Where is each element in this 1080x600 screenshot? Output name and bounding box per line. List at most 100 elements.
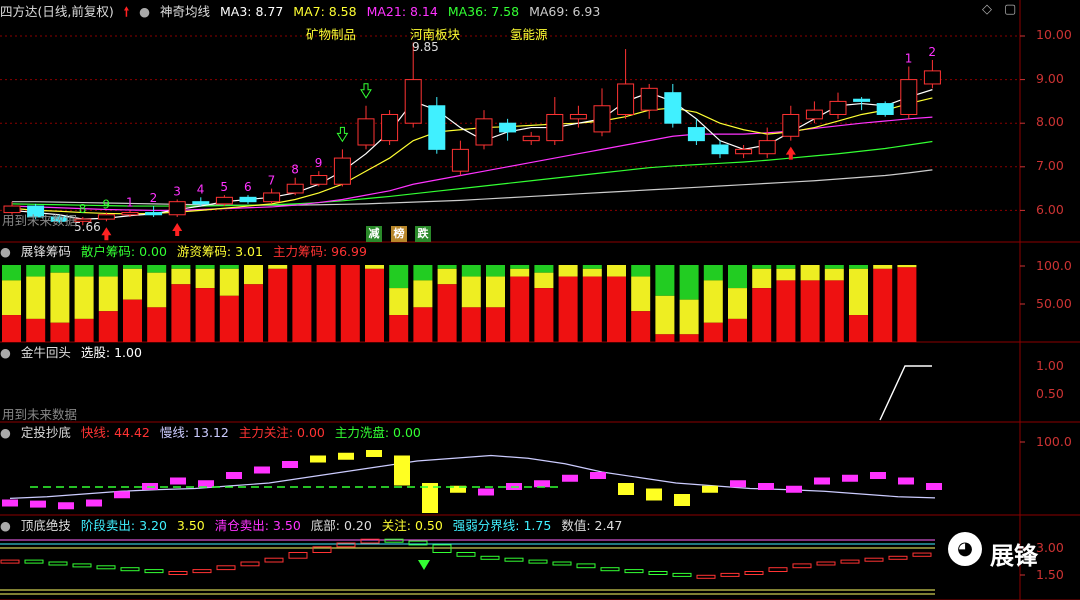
dingdi-bar — [72, 563, 92, 568]
stage-sell: 阶段卖出: 3.20 — [80, 518, 167, 533]
ma21-value: MA21: 8.14 — [366, 4, 438, 19]
chip-axis-label: 50.00 — [1036, 296, 1072, 311]
square-icon[interactable]: ▢ — [1004, 2, 1016, 17]
chip-bar-main — [413, 307, 433, 342]
stock-terminal: 8 9 1 2 3 4 5 6 7 8 9 1 2 四方达(日线,前复权) 🠕 ● 神奇均线 MA3: … — [0, 0, 1080, 600]
price-axis-label: 7.00 — [1036, 158, 1064, 173]
pick-value: 选股: 1.00 — [80, 345, 142, 360]
fast-line-bar — [282, 461, 298, 468]
fast-line-bar — [646, 488, 662, 501]
dingdi-bar — [192, 569, 212, 574]
indicator-name[interactable]: 顶底绝技 — [21, 518, 71, 533]
chip-bar-hotmoney — [171, 268, 191, 285]
ma3-value: MA3: 8.77 — [219, 4, 284, 19]
price-axis-label: 8.00 — [1036, 114, 1064, 129]
dropdown-icon[interactable]: ● — [139, 4, 150, 19]
sell-arrow-icon — [336, 126, 349, 143]
down-arrow-icon — [418, 560, 430, 570]
jinniu-axis-label: 0.50 — [1036, 386, 1064, 401]
candle-body — [829, 100, 847, 115]
sector-tag[interactable]: 氢能源 — [510, 24, 548, 43]
signal-box: 减 — [366, 226, 382, 242]
chip-bar-retail — [2, 265, 21, 281]
watermark: 展锋 — [990, 542, 1038, 570]
chip-bar-hotmoney — [437, 268, 457, 285]
dropdown-icon[interactable]: ● — [0, 425, 11, 440]
candle-body — [687, 127, 705, 142]
dropdown-icon[interactable]: ● — [0, 244, 11, 259]
stock-title[interactable]: 四方达(日线,前复权) — [0, 4, 114, 19]
candle-body — [451, 148, 469, 172]
chip-bar-main — [631, 311, 651, 342]
candle-body — [499, 122, 517, 133]
candle-body — [97, 214, 115, 220]
indicator-name[interactable]: 金牛回头 — [21, 345, 71, 360]
dropdown-icon[interactable]: ● — [0, 518, 11, 533]
chip-bar-retail — [534, 265, 554, 273]
dingdi-bar — [264, 557, 284, 563]
fast-line-bar — [114, 491, 130, 499]
indicator-name[interactable]: 神奇均线 — [160, 4, 210, 19]
sequence-number: 1 — [126, 195, 134, 209]
candle-body — [381, 113, 399, 142]
chip-bar-retail — [728, 265, 747, 289]
chip-bar-main — [510, 276, 530, 342]
buy-arrow-icon — [172, 222, 183, 236]
candle-body — [428, 105, 446, 150]
dingdi-bar — [168, 571, 188, 575]
fast-line-bar — [590, 472, 606, 479]
candle-body — [215, 196, 233, 205]
chip-bar-hotmoney — [123, 268, 142, 300]
fast-line-bar — [898, 477, 914, 485]
chip-axis-label: 100.0 — [1036, 258, 1072, 273]
chip-bar-retail — [437, 265, 457, 269]
fast-line-bar — [58, 502, 74, 510]
dingdi-bar — [216, 565, 236, 571]
chip-bar-main — [171, 284, 191, 342]
ma36-value: MA36: 7.58 — [447, 4, 520, 19]
ma7-value: MA7: 8.58 — [293, 4, 357, 19]
chip-bar-retail — [849, 265, 868, 269]
numeric-value: 数值: 2.47 — [561, 518, 623, 533]
future-data-note: 用到未来数据 — [2, 213, 78, 228]
sequence-number: 9 — [315, 156, 323, 170]
chip-bar-hotmoney — [244, 265, 263, 285]
chip-bar-main — [534, 288, 554, 342]
chip-bar-main — [219, 295, 239, 342]
chip-bar-main — [195, 288, 215, 342]
candle-body — [192, 201, 210, 205]
fast-line-bar — [394, 455, 410, 486]
chip-bar-retail — [50, 265, 70, 273]
dingdi-bar — [768, 567, 788, 573]
chip-bar-hotmoney — [461, 276, 481, 308]
fast-line-bar — [702, 485, 718, 493]
chip-bar-hotmoney — [268, 265, 288, 269]
charts-canvas: 8 9 1 2 3 4 5 6 7 8 9 1 2 — [0, 0, 1080, 600]
chip-bar-retail — [98, 265, 118, 277]
chip-bar-hotmoney — [2, 280, 21, 316]
sector-tag[interactable]: 矿物制品 — [306, 24, 356, 43]
chip-bar-hotmoney — [74, 276, 94, 319]
candle-body — [876, 103, 894, 115]
candle-body — [357, 118, 375, 146]
fast-line-bar — [926, 483, 942, 490]
fast-line-bar — [618, 483, 634, 495]
dropdown-icon[interactable]: ● — [0, 345, 11, 360]
chip-bar-hotmoney — [631, 276, 651, 312]
indicator-name[interactable]: 展锋筹码 — [21, 244, 71, 259]
dingdi-bar — [888, 555, 908, 560]
dingdi-bar — [48, 561, 68, 566]
indicator-name[interactable]: 定投抄底 — [21, 425, 71, 440]
sequence-number: 8 — [79, 202, 87, 216]
dingdi-bar — [816, 561, 836, 566]
dingdi-bar — [672, 572, 692, 577]
dingdi-bar — [576, 563, 596, 569]
chip-bar-hotmoney — [510, 268, 530, 277]
chip-bar-main — [365, 268, 384, 342]
candle-body — [286, 183, 304, 194]
diamond-icon[interactable]: ◇ — [982, 2, 992, 17]
strong-weak-line: 强弱分界线: 1.75 — [452, 518, 552, 533]
bottom-value: 底部: 0.20 — [310, 518, 372, 533]
fast-line-bar — [758, 483, 774, 490]
candle-body — [640, 87, 658, 111]
